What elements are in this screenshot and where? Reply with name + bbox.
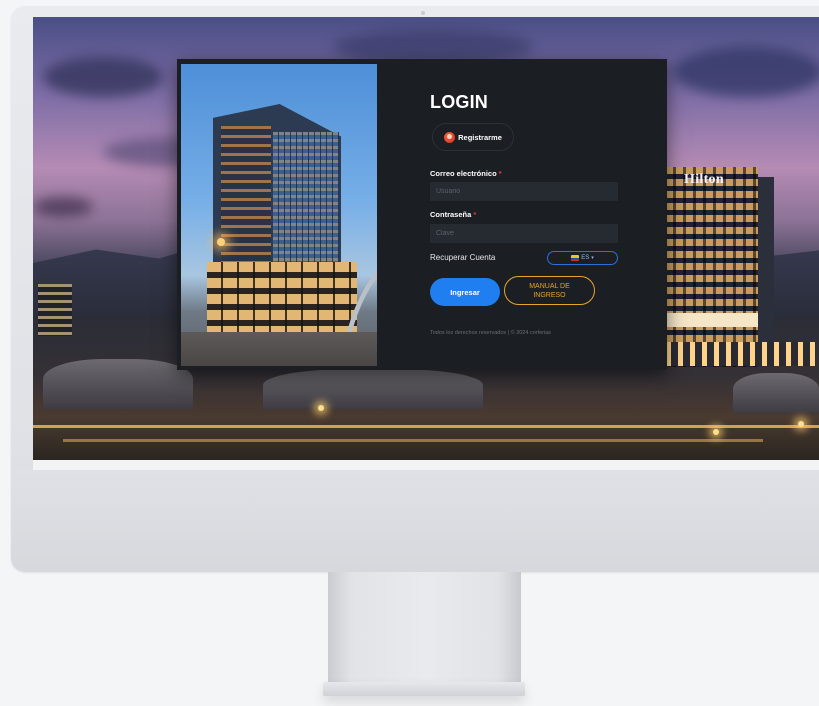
language-select[interactable]: ES ▾ xyxy=(547,251,618,265)
convention-roof xyxy=(733,373,819,413)
language-value: ES xyxy=(581,255,590,261)
cloud xyxy=(33,197,93,217)
login-card: LOGIN Registrarme Correo electrónico * C… xyxy=(177,59,667,370)
lamp-light xyxy=(318,405,324,411)
photo-building-podium xyxy=(207,262,357,334)
monitor-stand xyxy=(328,572,521,684)
password-field[interactable] xyxy=(430,224,618,243)
chevron-down-icon: ▾ xyxy=(591,255,594,261)
street-lights xyxy=(33,425,819,428)
hotel-band xyxy=(666,313,758,327)
register-icon xyxy=(444,131,456,143)
manual-label-line1: MANUAL DE xyxy=(529,282,570,290)
hotel-sign: Hilton xyxy=(684,172,724,187)
password-label-text: Contraseña xyxy=(430,210,472,219)
desktop-mockup: Hilton LOGIN Registrarme Correo electrón… xyxy=(0,0,819,706)
street-lights xyxy=(63,439,763,442)
colombia-flag-icon xyxy=(571,255,580,261)
manual-label-line2: INGRESO xyxy=(533,291,566,299)
background-building xyxy=(38,284,72,336)
recover-account-link[interactable]: Recuperar Cuenta xyxy=(430,253,495,262)
hotel-building xyxy=(666,167,758,367)
email-label-text: Correo electrónico xyxy=(430,169,497,178)
register-button[interactable]: Registrarme xyxy=(432,123,514,151)
lamp-light xyxy=(798,421,804,427)
cloud xyxy=(673,47,819,97)
hotel-building-side xyxy=(758,177,774,367)
monitor-chin xyxy=(11,470,819,572)
convention-roof xyxy=(263,369,483,409)
register-label: Registrarme xyxy=(458,132,502,142)
monitor-stand-foot xyxy=(323,682,525,696)
convention-roof xyxy=(43,359,193,409)
required-mark: * xyxy=(498,169,502,178)
cloud xyxy=(43,57,163,97)
login-title: LOGIN xyxy=(430,92,488,112)
photo-plaza xyxy=(181,332,377,366)
lamp-light xyxy=(713,429,719,435)
lamp-light xyxy=(217,238,225,246)
screen-edge xyxy=(33,460,819,470)
hotel-photo xyxy=(181,64,377,366)
copyright-footer: Todos los derechos reservados | © 2024 c… xyxy=(430,330,552,336)
email-label: Correo electrónico * xyxy=(430,169,502,178)
hotel-base xyxy=(666,342,816,366)
login-submit-button[interactable]: Ingresar xyxy=(430,278,500,306)
camera-icon xyxy=(421,11,425,15)
required-mark: * xyxy=(473,210,477,219)
password-label: Contraseña * xyxy=(430,210,476,219)
email-field[interactable] xyxy=(430,182,618,201)
manual-button[interactable]: MANUAL DE INGRESO xyxy=(504,276,595,305)
